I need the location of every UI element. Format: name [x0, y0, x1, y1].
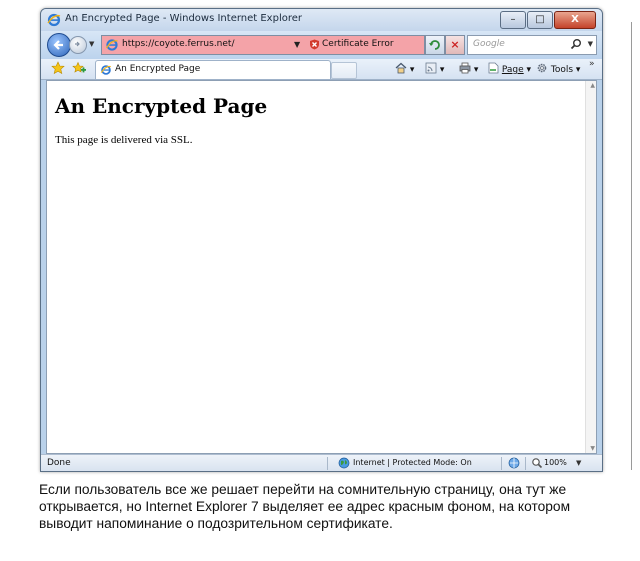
forward-arrow-icon — [75, 41, 80, 47]
screenshot-figure: An Encrypted Page - Windows Internet Exp… — [0, 0, 640, 561]
scroll-up-arrow-icon[interactable]: ▲ — [590, 82, 595, 89]
status-bar: Done Internet | Protected Mode: On 100% … — [41, 454, 602, 471]
certificate-error-button[interactable]: Certificate Error — [322, 39, 394, 49]
zoom-dropdown-icon[interactable]: ▼ — [576, 459, 581, 467]
address-url[interactable]: https://coyote.ferrus.net/ — [122, 39, 234, 49]
internet-zone-globe-icon — [338, 457, 350, 469]
status-divider — [327, 457, 328, 470]
tab-bar: An Encrypted Page ▾ ▾ ▾ Page ▾ Tools ▾ » — [41, 59, 602, 80]
title-bar[interactable]: An Encrypted Page - Windows Internet Exp… — [41, 9, 602, 31]
favorites-star-icon[interactable] — [51, 61, 65, 75]
add-favorites-icon[interactable] — [72, 61, 86, 75]
page-ie-icon — [105, 39, 118, 51]
scroll-down-arrow-icon[interactable]: ▼ — [590, 445, 595, 452]
margin-rule — [631, 22, 632, 470]
status-text: Done — [47, 458, 71, 468]
search-box[interactable]: Google ▼ — [467, 35, 597, 55]
zoom-magnifier-icon — [532, 458, 543, 469]
refresh-button[interactable] — [425, 35, 445, 55]
tools-gear-icon — [537, 63, 547, 73]
page-icon — [488, 62, 499, 74]
tab-active[interactable]: An Encrypted Page — [95, 60, 331, 79]
tools-menu[interactable]: Tools ▾ — [536, 62, 580, 75]
tools-menu-label: Tools — [550, 65, 574, 75]
back-button[interactable] — [47, 33, 71, 57]
home-button[interactable]: ▾ — [395, 62, 414, 75]
refresh-icon — [429, 40, 440, 50]
new-tab-button[interactable] — [331, 62, 357, 79]
maximize-button[interactable]: □ — [527, 11, 553, 29]
window-title: An Encrypted Page - Windows Internet Exp… — [65, 13, 303, 24]
stop-button[interactable]: × — [445, 35, 465, 55]
page-menu-label: Page — [501, 65, 524, 75]
window-controls: – □ X — [499, 11, 596, 29]
address-bar[interactable]: https://coyote.ferrus.net/ ▼ Certificate… — [101, 35, 425, 55]
security-zone-text[interactable]: Internet | Protected Mode: On — [353, 458, 472, 467]
home-icon — [395, 62, 407, 74]
browser-window: An Encrypted Page - Windows Internet Exp… — [40, 8, 603, 472]
chevron-more-icon[interactable]: » — [589, 59, 595, 69]
ie-logo-icon — [47, 13, 61, 27]
feeds-button[interactable]: ▾ — [425, 62, 444, 75]
back-arrow-icon — [53, 40, 63, 50]
search-icon[interactable] — [570, 38, 582, 50]
tab-ie-icon — [100, 65, 111, 75]
minimize-button[interactable]: – — [500, 11, 526, 29]
address-dropdown-icon[interactable]: ▼ — [294, 40, 300, 49]
forward-button[interactable] — [69, 36, 87, 54]
vertical-scrollbar[interactable]: ▲ ▼ — [585, 81, 596, 453]
page-heading: An Encrypted Page — [55, 94, 268, 118]
certificate-error-icon — [310, 39, 319, 50]
page-paragraph: This page is delivered via SSL. — [55, 134, 193, 146]
protected-mode-icon[interactable] — [508, 457, 520, 469]
print-button[interactable]: ▾ — [459, 62, 478, 75]
stop-icon: × — [450, 38, 460, 51]
feeds-icon — [425, 62, 437, 74]
figure-caption: Если пользователь все же решает перейти … — [39, 482, 571, 532]
navigation-bar: ▼ https://coyote.ferrus.net/ ▼ Certifica… — [41, 31, 602, 59]
status-divider — [501, 457, 502, 470]
status-divider — [525, 457, 526, 470]
tab-label: An Encrypted Page — [115, 64, 201, 74]
zoom-level[interactable]: 100% — [544, 458, 567, 467]
search-dropdown-icon[interactable]: ▼ — [588, 40, 593, 48]
page-menu[interactable]: Page ▾ — [488, 62, 531, 75]
close-button[interactable]: X — [554, 11, 596, 29]
search-placeholder: Google — [473, 39, 505, 49]
recent-pages-dropdown-icon[interactable]: ▼ — [89, 40, 94, 48]
page-viewport: An Encrypted Page This page is delivered… — [46, 80, 597, 454]
print-icon — [459, 62, 471, 74]
